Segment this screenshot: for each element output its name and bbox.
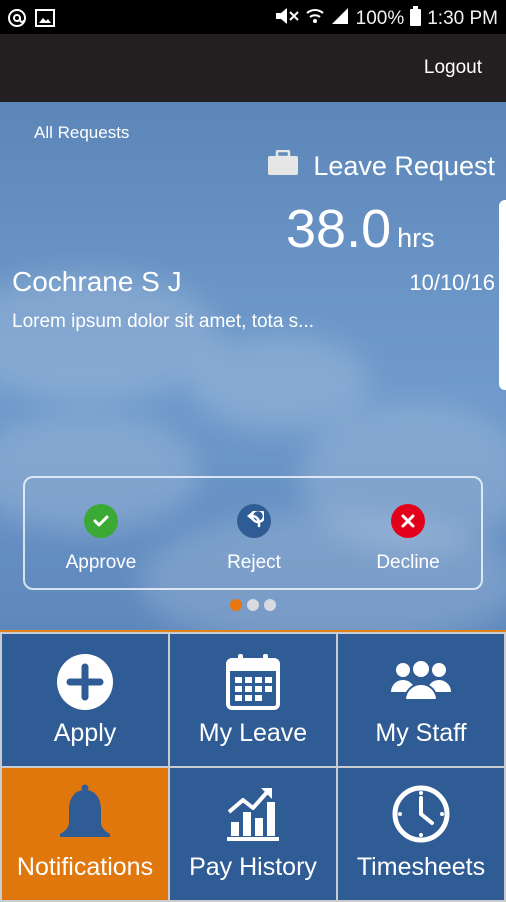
- app-bar: Logout: [0, 34, 506, 102]
- plus-circle-icon: [55, 652, 115, 717]
- bell-icon: [58, 784, 112, 849]
- page-dot[interactable]: [264, 599, 276, 611]
- request-type-label: Leave Request: [313, 151, 495, 181]
- menu-my-leave-label: My Leave: [198, 719, 308, 747]
- clock-time: 1:30 PM: [427, 8, 498, 29]
- close-icon: [391, 504, 425, 538]
- page-dot[interactable]: [230, 599, 242, 611]
- swipe-handle[interactable]: [499, 200, 506, 390]
- request-type: Leave Request: [267, 149, 495, 183]
- menu-my-staff[interactable]: My Staff: [338, 634, 504, 766]
- briefcase-icon: [267, 149, 299, 183]
- menu-apply[interactable]: Apply: [2, 634, 168, 766]
- approve-label: Approve: [65, 552, 137, 573]
- decline-button[interactable]: Decline: [338, 504, 478, 574]
- page-indicator: [230, 599, 276, 611]
- page-dot[interactable]: [247, 599, 259, 611]
- request-date: 10/10/16: [409, 270, 495, 295]
- calendar-icon: [225, 652, 281, 717]
- people-icon: [390, 658, 452, 707]
- logout-button[interactable]: Logout: [424, 57, 482, 79]
- at-icon: [7, 8, 27, 33]
- employee-name: Cochrane S J: [12, 266, 182, 297]
- chart-icon: [225, 784, 281, 847]
- request-card[interactable]: All Requests Leave Request 38.0 hrs Cochr…: [0, 102, 506, 630]
- menu-pay-history-label: Pay History: [189, 853, 317, 881]
- decline-label: Decline: [376, 552, 440, 573]
- image-icon: [35, 8, 55, 33]
- status-bar: 100% 1:30 PM: [0, 0, 506, 34]
- hours-value: 38.0: [286, 199, 392, 259]
- menu-notifications[interactable]: Notifications: [2, 768, 168, 900]
- clock-icon: [391, 784, 451, 849]
- battery-icon: [410, 6, 422, 32]
- menu-notifications-label: Notifications: [16, 853, 154, 881]
- check-icon: [84, 504, 118, 538]
- approve-button[interactable]: Approve: [31, 504, 171, 574]
- menu-timesheets[interactable]: Timesheets: [338, 768, 504, 900]
- menu-apply-label: Apply: [53, 719, 117, 747]
- all-requests-link[interactable]: All Requests: [34, 123, 129, 143]
- menu-pay-history[interactable]: Pay History: [170, 768, 336, 900]
- menu-grid: Apply My Leave My Staff Notifications Pa…: [0, 630, 506, 902]
- reject-button[interactable]: Reject: [184, 504, 324, 574]
- wifi-icon: [305, 6, 324, 32]
- menu-my-staff-label: My Staff: [375, 719, 467, 747]
- undo-icon: [237, 504, 271, 538]
- menu-timesheets-label: Timesheets: [356, 853, 486, 881]
- hours-display: 38.0 hrs: [286, 198, 435, 260]
- hours-unit: hrs: [397, 223, 435, 253]
- request-description: Lorem ipsum dolor sit amet, tota s...: [12, 311, 315, 332]
- mute-icon: [274, 6, 300, 32]
- signal-icon: [330, 6, 350, 32]
- reject-label: Reject: [227, 552, 281, 573]
- menu-my-leave[interactable]: My Leave: [170, 634, 336, 766]
- action-panel: Approve Reject Decline: [23, 476, 483, 590]
- battery-level: 100%: [355, 8, 405, 29]
